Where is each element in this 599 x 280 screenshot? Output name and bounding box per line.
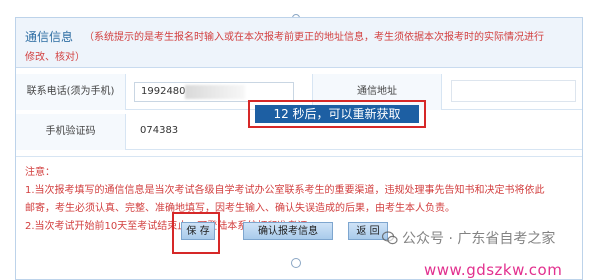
account-watermark: 公众号 · 广东省自考之家 [382,228,555,248]
countdown-highlight: 12 秒后，可以重新获取 [248,100,426,128]
notes-title: 注意： [25,167,55,178]
confirm-info-button[interactable]: 确认报考信息 [243,222,333,240]
save-button[interactable]: 保 存 [181,222,215,240]
notes-line2: 邮寄，考生必须认真、完整、准确地填写，因考生输入、确认失误造成的后果，由考生本人… [25,203,455,214]
phone-input[interactable]: 1992480 [134,82,294,102]
section-note-line2: 修改、核对） [25,52,85,63]
section-title: 通信信息 [25,30,74,44]
notes-line1: 1.当次报考填写的通信信息是当次考试各级自学考试办公室联系考生的重要渠道，违规处… [25,185,545,196]
phone-value: 1992480 [141,86,186,97]
verification-code-input[interactable]: 074383 [134,122,254,142]
section-header: 通信信息 （系统提示的是考生报名时输入或在本次报考前更正的地址信息，考生须依据本… [16,18,582,68]
phone-redaction [185,85,245,99]
code-label: 手机验证码 [16,114,126,150]
address-input[interactable] [451,80,576,102]
phone-label: 联系电话(须为手机) [16,74,126,110]
scroll-handle-bottom [291,258,301,268]
section-note-line1: （系统提示的是考生报名时输入或在本次报考前更正的地址信息，考生须依据本次报考时的… [84,32,544,43]
divider [16,156,582,157]
resend-countdown-button[interactable]: 12 秒后，可以重新获取 [255,105,419,123]
wechat-icon [382,231,398,245]
account-text: 公众号 · 广东省自考之家 [402,231,556,247]
url-watermark: www.gdszkw.com [424,261,563,279]
